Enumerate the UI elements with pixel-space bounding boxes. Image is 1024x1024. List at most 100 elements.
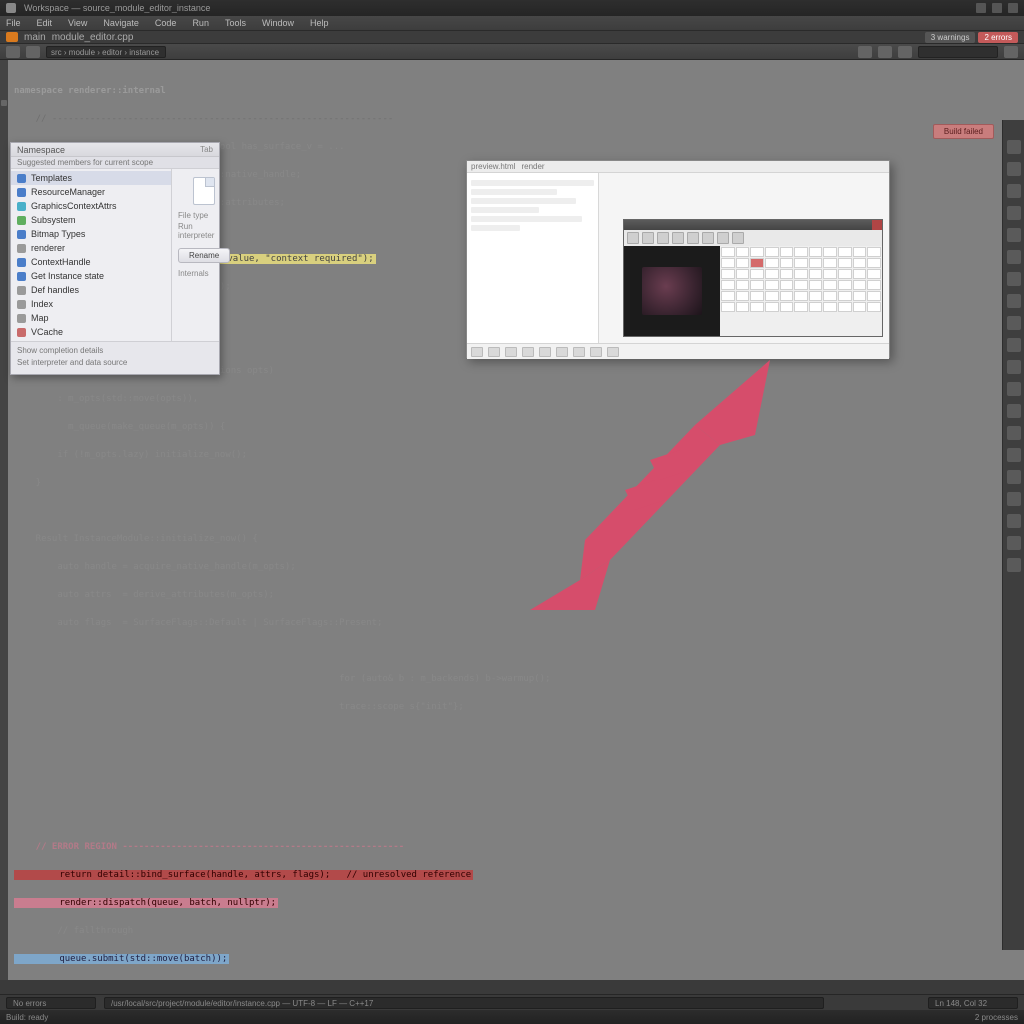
preview-tab-1[interactable]: preview.html bbox=[471, 162, 515, 171]
autocomplete-item[interactable]: Subsystem bbox=[11, 213, 171, 227]
forward-button[interactable] bbox=[26, 46, 40, 58]
preview-footer-button[interactable] bbox=[505, 347, 517, 357]
preview-footer-button[interactable] bbox=[539, 347, 551, 357]
autocomplete-item[interactable]: ContextHandle bbox=[11, 255, 171, 269]
minimize-button[interactable] bbox=[976, 3, 986, 13]
back-button[interactable] bbox=[6, 46, 20, 58]
right-tool-button[interactable] bbox=[1007, 360, 1021, 374]
warnings-pill[interactable]: 3 warnings bbox=[925, 32, 976, 43]
autocomplete-item[interactable]: Get Instance state bbox=[11, 269, 171, 283]
embedded-tool-button[interactable] bbox=[627, 232, 639, 244]
debug-button[interactable] bbox=[878, 46, 892, 58]
right-tool-button[interactable] bbox=[1007, 382, 1021, 396]
right-tool-button[interactable] bbox=[1007, 272, 1021, 286]
embedded-tool-button[interactable] bbox=[702, 232, 714, 244]
right-tool-button[interactable] bbox=[1007, 294, 1021, 308]
menu-help[interactable]: Help bbox=[310, 18, 329, 28]
class-icon bbox=[17, 188, 26, 197]
right-tool-button[interactable] bbox=[1007, 162, 1021, 176]
autocomplete-list: Templates ResourceManager GraphicsContex… bbox=[11, 169, 171, 341]
preview-footer-button[interactable] bbox=[573, 347, 585, 357]
editor-tab-1[interactable]: main bbox=[24, 32, 46, 43]
menu-run[interactable]: Run bbox=[192, 18, 209, 28]
stop-button[interactable] bbox=[898, 46, 912, 58]
autocomplete-item-label: Def handles bbox=[31, 285, 79, 295]
autocomplete-item[interactable]: Map bbox=[11, 311, 171, 325]
autocomplete-hint: Tab bbox=[200, 145, 213, 154]
embedded-tool-button[interactable] bbox=[672, 232, 684, 244]
code-heading: namespace renderer::internal bbox=[14, 84, 1000, 98]
preview-footer-button[interactable] bbox=[607, 347, 619, 357]
right-tool-button[interactable] bbox=[1007, 250, 1021, 264]
preview-footer-button[interactable] bbox=[590, 347, 602, 357]
autocomplete-item[interactable]: Def handles bbox=[11, 283, 171, 297]
footer-bar: Build: ready 2 processes bbox=[0, 1010, 1024, 1024]
editor-gutter bbox=[0, 60, 8, 980]
embedded-tool-button[interactable] bbox=[642, 232, 654, 244]
menu-navigate[interactable]: Navigate bbox=[103, 18, 139, 28]
embedded-tool-button[interactable] bbox=[717, 232, 729, 244]
gutter-marker[interactable] bbox=[1, 100, 7, 106]
menu-edit[interactable]: Edit bbox=[37, 18, 53, 28]
autocomplete-item[interactable]: Templates bbox=[11, 171, 171, 185]
right-tool-button[interactable] bbox=[1007, 140, 1021, 154]
autocomplete-item[interactable]: ResourceManager bbox=[11, 185, 171, 199]
preview-tab-2[interactable]: render bbox=[521, 162, 544, 171]
status-caret[interactable]: Ln 148, Col 32 bbox=[928, 997, 1018, 1009]
menu-window[interactable]: Window bbox=[262, 18, 294, 28]
autocomplete-item[interactable]: Index bbox=[11, 297, 171, 311]
right-tool-button[interactable] bbox=[1007, 514, 1021, 528]
autocomplete-item-label: Subsystem bbox=[31, 215, 76, 225]
menu-view[interactable]: View bbox=[68, 18, 87, 28]
autocomplete-item-label: Get Instance state bbox=[31, 271, 104, 281]
preview-window[interactable]: preview.html render bbox=[466, 160, 890, 358]
embedded-close-button[interactable] bbox=[872, 220, 882, 230]
autocomplete-item[interactable]: VCache bbox=[11, 325, 171, 339]
menu-code[interactable]: Code bbox=[155, 18, 177, 28]
autocomplete-item-label: Templates bbox=[31, 173, 72, 183]
right-tool-button[interactable] bbox=[1007, 536, 1021, 550]
autocomplete-item[interactable]: Bitmap Types bbox=[11, 227, 171, 241]
embedded-tool-button[interactable] bbox=[732, 232, 744, 244]
right-tool-button[interactable] bbox=[1007, 206, 1021, 220]
window-title: Workspace — source_module_editor_instanc… bbox=[24, 3, 968, 13]
autocomplete-item[interactable]: GraphicsContextAttrs bbox=[11, 199, 171, 213]
right-tool-button[interactable] bbox=[1007, 470, 1021, 484]
search-input[interactable] bbox=[918, 46, 998, 58]
preview-footer-button[interactable] bbox=[556, 347, 568, 357]
errors-pill[interactable]: 2 errors bbox=[978, 32, 1018, 43]
run-button[interactable] bbox=[858, 46, 872, 58]
maximize-button[interactable] bbox=[992, 3, 1002, 13]
right-tool-button[interactable] bbox=[1007, 316, 1021, 330]
right-tool-button[interactable] bbox=[1007, 426, 1021, 440]
autocomplete-rename-button[interactable]: Rename bbox=[178, 248, 230, 263]
status-left[interactable]: No errors bbox=[6, 997, 96, 1009]
preview-footer-button[interactable] bbox=[471, 347, 483, 357]
right-tool-button[interactable] bbox=[1007, 448, 1021, 462]
right-tool-button[interactable] bbox=[1007, 492, 1021, 506]
variable-icon bbox=[17, 300, 26, 309]
menu-file[interactable]: File bbox=[6, 18, 21, 28]
breadcrumb[interactable]: src › module › editor › instance bbox=[46, 46, 166, 58]
autocomplete-footer: Show completion details Set interpreter … bbox=[11, 341, 219, 374]
right-tool-button[interactable] bbox=[1007, 184, 1021, 198]
preview-footer-button[interactable] bbox=[522, 347, 534, 357]
autocomplete-item-label: GraphicsContextAttrs bbox=[31, 201, 117, 211]
right-tool-strip bbox=[1002, 120, 1024, 950]
settings-button[interactable] bbox=[1004, 46, 1018, 58]
embedded-tool-button[interactable] bbox=[687, 232, 699, 244]
right-tool-button[interactable] bbox=[1007, 558, 1021, 572]
editor-tab-2[interactable]: module_editor.cpp bbox=[52, 32, 134, 43]
preview-footer-button[interactable] bbox=[488, 347, 500, 357]
close-button[interactable] bbox=[1008, 3, 1018, 13]
menu-tools[interactable]: Tools bbox=[225, 18, 246, 28]
embedded-titlebar bbox=[624, 220, 882, 230]
code-error-line-1: return detail::bind_surface(handle, attr… bbox=[14, 870, 473, 880]
autocomplete-item[interactable]: renderer bbox=[11, 241, 171, 255]
embedded-tool-button[interactable] bbox=[657, 232, 669, 244]
right-tool-button[interactable] bbox=[1007, 404, 1021, 418]
right-tool-button[interactable] bbox=[1007, 338, 1021, 352]
swatch-selected[interactable] bbox=[750, 258, 764, 268]
project-icon[interactable] bbox=[6, 32, 18, 42]
right-tool-button[interactable] bbox=[1007, 228, 1021, 242]
